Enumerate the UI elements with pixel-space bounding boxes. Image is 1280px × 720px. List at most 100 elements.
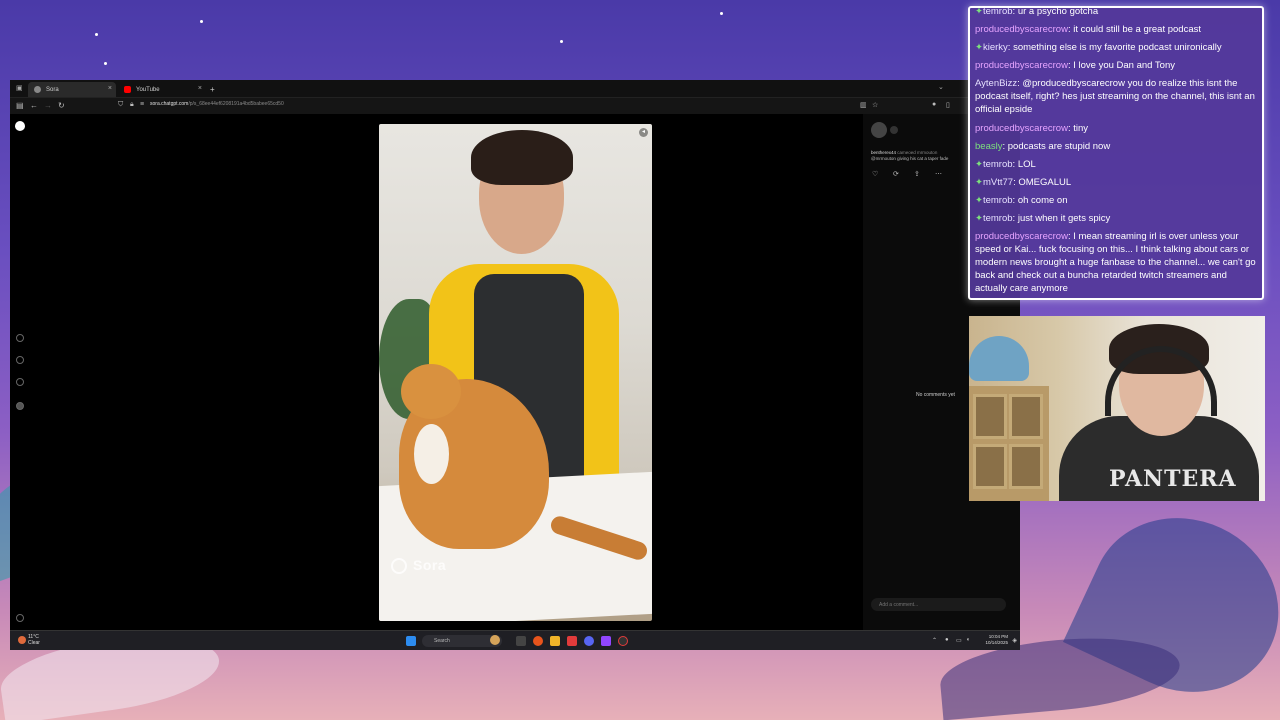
profile-icon[interactable] — [16, 402, 24, 410]
settings-icon[interactable] — [16, 614, 24, 622]
app-icon[interactable] — [601, 636, 611, 646]
discord-icon[interactable] — [584, 636, 594, 646]
chat-username[interactable]: temrob — [983, 8, 1013, 17]
chat-username[interactable]: kierky — [983, 42, 1008, 53]
address-bar: ▤ ← → ↻ ⛉ 🔒︎ ≡ sora.chatgpt.com/p/s_68ee… — [10, 98, 1020, 114]
star — [95, 33, 98, 36]
tab-youtube[interactable]: YouTube × — [118, 82, 206, 97]
cat-head — [401, 364, 461, 419]
browser-icon[interactable] — [533, 636, 543, 646]
star-icon[interactable]: ☆ — [872, 101, 878, 109]
home-icon[interactable] — [16, 334, 24, 342]
mic-icon[interactable]: ● — [945, 637, 949, 643]
sidebar-toggle-icon[interactable]: ▤ — [16, 101, 24, 110]
url-domain: sora.chatgpt.com — [150, 101, 189, 107]
star — [104, 62, 107, 65]
bookmark-icon[interactable]: ▯ — [946, 101, 950, 109]
avatar[interactable] — [871, 122, 887, 138]
heart-icon[interactable]: ♡ — [872, 170, 878, 178]
extension-icon[interactable]: ● — [932, 101, 936, 108]
chat-text: it could still be a great podcast — [1073, 24, 1202, 35]
post-author[interactable]: bentherex44 cameoed mrmouton — [871, 150, 937, 155]
cameo-text: cameoed mrmouton — [897, 150, 938, 155]
shelf-cube — [1009, 394, 1043, 439]
site-settings-icon[interactable]: ≡ — [140, 101, 144, 108]
chat-username[interactable]: temrob — [983, 159, 1013, 170]
cat-chest — [414, 424, 449, 484]
new-tab-button[interactable]: + — [206, 82, 220, 97]
task-view-icon[interactable] — [516, 636, 526, 646]
notification-center-icon[interactable]: ◈ — [1012, 637, 1017, 644]
file-explorer-icon[interactable] — [550, 636, 560, 646]
search-icon[interactable] — [16, 356, 24, 364]
chat-username[interactable]: producedbyscarecrow — [975, 60, 1068, 71]
chat-username[interactable]: producedbyscarecrow — [975, 231, 1068, 242]
chat-username[interactable]: mVtt77 — [983, 177, 1013, 188]
forward-icon[interactable]: → — [44, 101, 52, 110]
copilot-icon[interactable] — [490, 635, 500, 645]
start-icon[interactable] — [406, 636, 416, 646]
weather-desc: Clear — [28, 640, 40, 646]
sora-watermark: Sora — [391, 557, 447, 575]
chat-username[interactable]: producedbyscarecrow — [975, 123, 1068, 134]
close-icon[interactable]: × — [198, 85, 202, 92]
app-icon[interactable] — [567, 636, 577, 646]
chat-text: OMEGALUL — [1018, 177, 1072, 188]
chat-message: ✦kierky: something else is my favorite p… — [975, 41, 1259, 54]
chat-username[interactable]: beasly — [975, 141, 1002, 152]
avatar[interactable] — [890, 126, 898, 134]
chat-username[interactable]: AytenBizz — [975, 78, 1017, 89]
person-hair — [471, 130, 573, 185]
sub-badge-icon: ✦ — [975, 177, 983, 188]
chat-username[interactable]: producedbyscarecrow — [975, 24, 1068, 35]
chat-message: ✦temrob: LOL — [975, 158, 1259, 171]
sub-badge-icon: ✦ — [975, 159, 983, 170]
chat-username[interactable]: temrob — [983, 213, 1013, 224]
no-comments-text: No comments yet — [916, 392, 955, 398]
add-comment-input[interactable] — [871, 598, 1006, 611]
chat-message: producedbyscarecrow: tiny — [975, 122, 1259, 135]
chat-message: producedbyscarecrow: I love you Dan and … — [975, 59, 1259, 72]
reader-icon[interactable]: ▥ — [860, 101, 867, 109]
chat-text: LOL — [1017, 159, 1036, 170]
chat-overlay: ✦temrob: ur a psycho gotcha producedbysca… — [968, 6, 1264, 300]
remix-icon[interactable]: ⟳ — [893, 170, 899, 178]
tab-menu-icon[interactable]: ▣ — [16, 84, 23, 92]
chat-message: ✦mVtt77: OMEGALUL — [975, 176, 1259, 189]
video-player[interactable]: Sora ◂ — [379, 124, 652, 621]
tab-bar: Sora × YouTube × + ▣ ⌄ — [10, 80, 1020, 98]
lock-icon[interactable]: 🔒︎ — [130, 101, 134, 109]
weather-icon[interactable] — [18, 636, 26, 644]
sora-logo-icon[interactable] — [15, 121, 25, 131]
chat-message: AytenBizz: @producedbyscarecrow you do r… — [975, 77, 1259, 116]
chat-text: just when it gets spicy — [1017, 213, 1111, 224]
notifications-icon[interactable] — [16, 378, 24, 386]
watermark-text: Sora — [413, 557, 447, 573]
network-icon[interactable]: ▭ — [956, 637, 962, 644]
chevron-down-icon[interactable]: ⌄ — [938, 83, 944, 91]
sub-badge-icon: ✦ — [975, 42, 983, 53]
mute-icon[interactable]: ◂ — [639, 128, 648, 137]
reload-icon[interactable]: ↻ — [58, 101, 65, 110]
chat-text: tiny — [1073, 123, 1089, 134]
tab-label: YouTube — [136, 86, 160, 93]
shelf-cube — [973, 394, 1007, 439]
share-icon[interactable]: ⇪ — [914, 170, 920, 178]
chat-username[interactable]: temrob — [983, 195, 1013, 206]
obs-icon[interactable] — [618, 636, 628, 646]
star — [200, 20, 203, 23]
weather-widget[interactable]: 11°C Clear — [28, 634, 40, 646]
system-clock[interactable]: 10:04 PM 10/14/2025 — [985, 634, 1008, 646]
more-icon[interactable]: ⋯ — [935, 170, 942, 178]
url-field[interactable]: sora.chatgpt.com/p/s_68ee44ef6208191a4bd… — [150, 101, 284, 107]
chat-message: producedbyscarecrow: it could still be a… — [975, 23, 1259, 36]
back-icon[interactable]: ← — [30, 101, 38, 110]
close-icon[interactable]: × — [108, 85, 112, 92]
chevron-up-icon[interactable]: ⌃ — [932, 637, 937, 644]
star — [720, 12, 723, 15]
chat-text: oh come on — [1017, 195, 1068, 206]
volume-icon[interactable]: ◖ — [966, 637, 970, 643]
shield-icon[interactable]: ⛉ — [118, 101, 123, 109]
browser-window: Sora × YouTube × + ▣ ⌄ ▤ ← → ↻ ⛉ 🔒︎ ≡ so… — [10, 80, 1020, 650]
tab-sora[interactable]: Sora × — [28, 82, 116, 97]
